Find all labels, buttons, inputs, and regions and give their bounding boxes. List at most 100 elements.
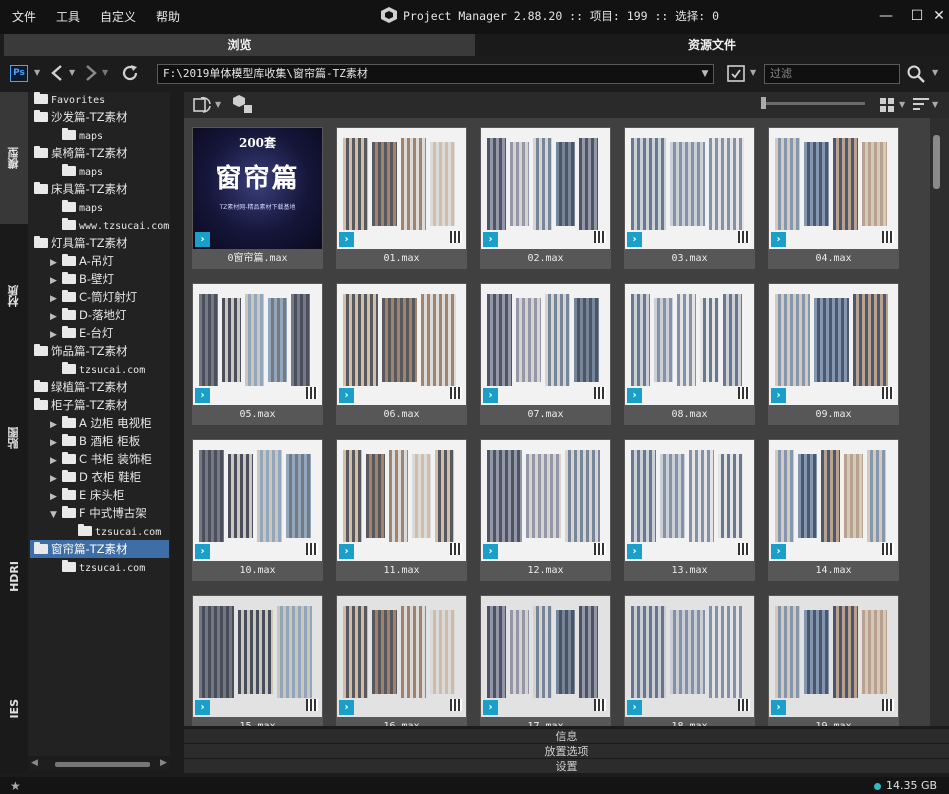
section-placement-options[interactable]: 放置选项 <box>184 743 949 758</box>
tree-item[interactable]: 灯具篇-TZ素材 <box>28 234 128 252</box>
file-tile[interactable]: › 10.max <box>192 439 323 581</box>
file-tile[interactable]: › 07.max <box>480 283 611 425</box>
grid-vertical-scrollbar[interactable] <box>930 118 949 726</box>
tree-item[interactable]: tzsucai.com <box>28 360 145 378</box>
menu-help[interactable]: 帮助 <box>156 8 180 25</box>
tree-scroll-thumb[interactable] <box>55 762 150 767</box>
file-tile[interactable]: › 16.max <box>336 595 467 726</box>
file-tile[interactable]: › 19.max <box>768 595 899 726</box>
file-tile[interactable]: › 14.max <box>768 439 899 581</box>
tree-item[interactable]: ▶ D 衣柜 鞋柜 <box>28 468 141 486</box>
thumbnail-size-handle[interactable] <box>761 97 766 109</box>
file-thumbnail: › <box>193 596 322 717</box>
disk-free-space: 14.35 GB <box>886 779 938 792</box>
photoshop-icon[interactable]: Ps <box>10 65 28 82</box>
tree-item[interactable]: ▶ B-壁灯 <box>28 270 114 288</box>
file-tile[interactable]: › 02.max <box>480 127 611 269</box>
tree-item[interactable]: 沙发篇-TZ素材 <box>28 108 128 126</box>
tree-scroll-right-icon[interactable]: ▶ <box>160 758 167 768</box>
vtab-models[interactable]: 模型 <box>0 92 28 224</box>
filter-input[interactable]: 过滤 <box>764 64 900 84</box>
file-tile[interactable]: › 17.max <box>480 595 611 726</box>
tree-item-label: 绿植篇-TZ素材 <box>51 380 128 394</box>
panel-splitter[interactable] <box>174 92 182 774</box>
file-tile[interactable]: › 18.max <box>624 595 755 726</box>
view-dropdown-icon[interactable]: ▼ <box>899 100 905 109</box>
catalog-dropdown-icon[interactable]: ▼ <box>750 68 756 77</box>
path-input[interactable]: F:\2019单体模型库收集\窗帘篇-TZ素材 <box>157 64 714 84</box>
tree-item[interactable]: 窗帘篇-TZ素材 <box>30 540 169 558</box>
tree-item[interactable]: maps <box>28 162 103 180</box>
vtab-textures[interactable]: 贴图 <box>0 368 28 508</box>
file-tile[interactable]: › 12.max <box>480 439 611 581</box>
back-icon[interactable] <box>50 64 64 82</box>
menu-customize[interactable]: 自定义 <box>100 8 136 25</box>
menu-file[interactable]: 文件 <box>12 8 36 25</box>
sort-dropdown-icon[interactable]: ▼ <box>932 100 938 109</box>
tree-item[interactable]: 绿植篇-TZ素材 <box>28 378 128 396</box>
tree-item[interactable]: 床具篇-TZ素材 <box>28 180 128 198</box>
menu-tools[interactable]: 工具 <box>56 8 80 25</box>
file-tile[interactable]: › 15.max <box>192 595 323 726</box>
forward-dropdown-icon[interactable]: ▼ <box>102 68 108 77</box>
search-dropdown-icon[interactable]: ▼ <box>932 68 938 77</box>
tree-item[interactable]: tzsucai.com <box>28 522 161 540</box>
add-models-icon[interactable] <box>232 94 254 114</box>
tree-item[interactable]: Favorites <box>28 92 105 108</box>
tree-item[interactable]: ▶ C 书柜 装饰柜 <box>28 450 152 468</box>
file-tile[interactable]: › 03.max <box>624 127 755 269</box>
folder-icon <box>62 488 76 500</box>
minimize-button[interactable]: — <box>876 6 896 26</box>
tree-item[interactable]: ▶ E-台灯 <box>28 324 113 342</box>
thumbnail-size-slider[interactable] <box>761 102 865 105</box>
file-tile[interactable]: › 05.max <box>192 283 323 425</box>
tree-item[interactable]: 柜子篇-TZ素材 <box>28 396 128 414</box>
favorites-star-icon[interactable]: ★ <box>10 779 21 793</box>
tree-item[interactable]: maps <box>28 198 103 216</box>
tree-item[interactable]: ▶ D-落地灯 <box>28 306 127 324</box>
tree-item[interactable]: ▼ F 中式博古架 <box>28 504 147 522</box>
tab-browse[interactable]: 浏览 <box>4 34 475 56</box>
tree-scroll-left-icon[interactable]: ◀ <box>31 758 38 768</box>
tree-item[interactable]: ▶ A-吊灯 <box>28 252 114 270</box>
tree-item[interactable]: maps <box>28 126 103 144</box>
tab-resource-files[interactable]: 资源文件 <box>475 34 949 56</box>
file-tile[interactable]: › 04.max <box>768 127 899 269</box>
tree-item[interactable]: ▶ C-筒灯射灯 <box>28 288 137 306</box>
vtab-ies[interactable]: IES <box>0 644 28 774</box>
vtab-hdri[interactable]: HDRI <box>0 510 28 642</box>
file-tile[interactable]: › 06.max <box>336 283 467 425</box>
tree-item[interactable]: 桌椅篇-TZ素材 <box>28 144 128 162</box>
file-tile[interactable]: › 09.max <box>768 283 899 425</box>
tree-item[interactable]: ▶ E 床头柜 <box>28 486 124 504</box>
file-tile[interactable]: › 01.max <box>336 127 467 269</box>
tree-item[interactable]: ▶ B 酒柜 柜板 <box>28 432 140 450</box>
back-dropdown-icon[interactable]: ▼ <box>69 68 75 77</box>
maximize-button[interactable]: ☐ <box>907 6 927 26</box>
sync-dropdown-icon[interactable]: ▼ <box>215 100 221 109</box>
tree-item[interactable]: 饰品篇-TZ素材 <box>28 342 128 360</box>
file-tile[interactable]: › 11.max <box>336 439 467 581</box>
grid-view-icon[interactable] <box>879 97 895 113</box>
vtab-materials[interactable]: 材质 <box>0 226 28 366</box>
tree-item[interactable]: ▶ A 边柜 电视柜 <box>28 414 152 432</box>
file-tile[interactable]: › 13.max <box>624 439 755 581</box>
sync-icon[interactable] <box>191 95 213 115</box>
file-tile[interactable]: 200套 窗帘篇 TZ素材网-精品素材下载基地 › 0窗帘篇.max <box>192 127 323 269</box>
file-tile[interactable]: › 08.max <box>624 283 755 425</box>
close-button[interactable]: ✕ <box>929 6 949 26</box>
refresh-icon[interactable] <box>121 64 139 82</box>
section-info[interactable]: 信息 <box>184 728 949 743</box>
ps-dropdown-icon[interactable]: ▼ <box>34 68 40 77</box>
tree-item[interactable]: tzsucai.com <box>28 558 145 576</box>
catalog-icon[interactable] <box>725 64 747 84</box>
curtain-panel <box>677 294 696 386</box>
path-dropdown-icon[interactable]: ▼ <box>697 65 713 83</box>
forward-icon[interactable] <box>84 64 98 82</box>
search-icon[interactable] <box>906 64 926 84</box>
section-settings[interactable]: 设置 <box>184 758 949 773</box>
sort-icon[interactable] <box>912 96 930 112</box>
qr-code-icon <box>594 543 606 555</box>
tree-item[interactable]: www.tzsucai.com <box>28 216 169 234</box>
grid-scroll-thumb[interactable] <box>933 135 940 189</box>
